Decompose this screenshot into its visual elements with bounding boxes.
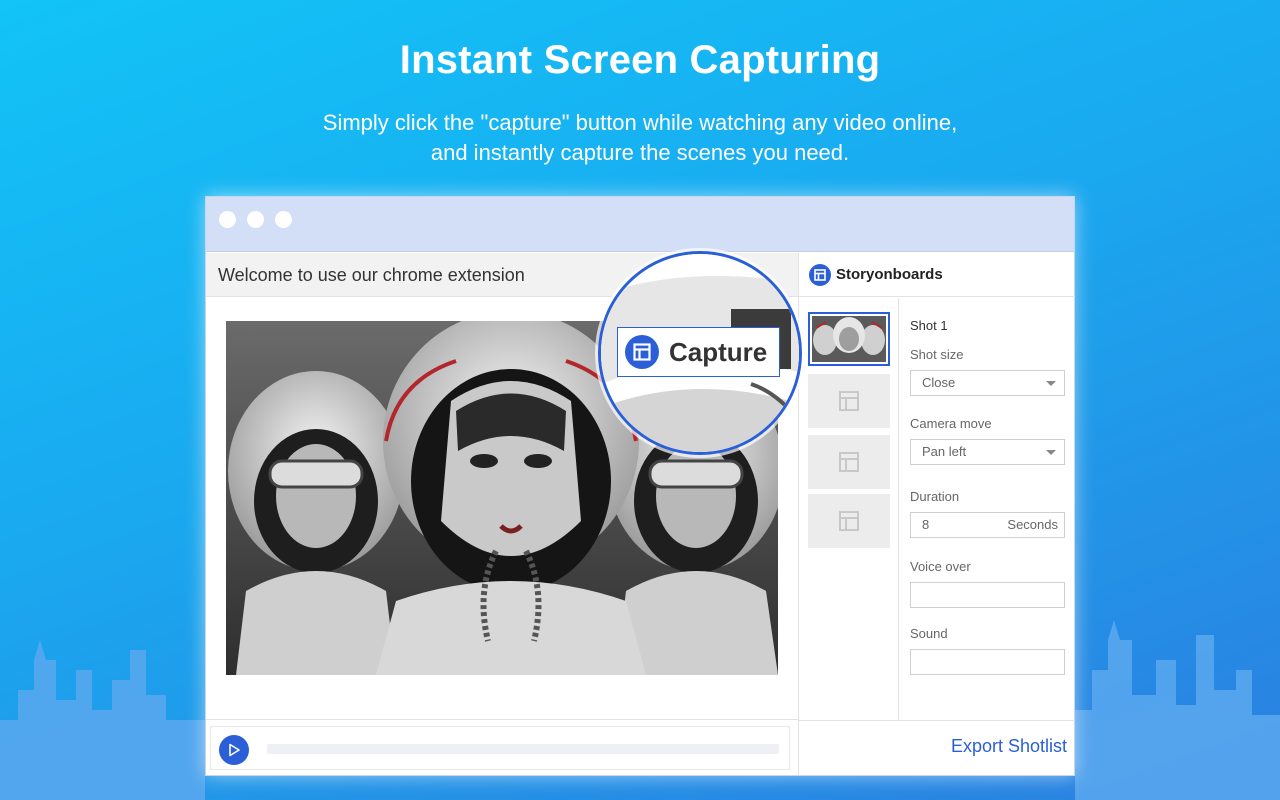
progress-track[interactable] bbox=[267, 744, 779, 754]
export-bar: Export Shotlist bbox=[799, 720, 1075, 775]
shot-thumbnail-empty[interactable] bbox=[808, 494, 890, 548]
duration-label: Duration bbox=[910, 489, 960, 504]
camera-move-value: Pan left bbox=[922, 444, 967, 459]
shot-size-value: Close bbox=[922, 375, 956, 390]
shot-thumbnail-active[interactable] bbox=[808, 312, 890, 366]
capture-button-label: Capture bbox=[669, 336, 768, 367]
brand-name: Storyonboards bbox=[836, 266, 943, 283]
storyboard-placeholder-icon bbox=[839, 452, 859, 472]
export-shotlist-button[interactable]: Export Shotlist bbox=[951, 736, 1067, 757]
shot-thumbnail-empty[interactable] bbox=[808, 374, 890, 428]
capture-button[interactable]: Capture bbox=[617, 327, 780, 377]
shot-thumbnail-empty[interactable] bbox=[808, 435, 890, 489]
duration-value: 8 bbox=[922, 517, 930, 532]
camera-move-label: Camera move bbox=[910, 416, 992, 431]
shot-size-select[interactable]: Close bbox=[910, 370, 1065, 396]
duration-unit: Seconds bbox=[1007, 517, 1058, 532]
play-button[interactable] bbox=[219, 735, 249, 765]
voice-over-input[interactable] bbox=[910, 582, 1065, 608]
play-icon bbox=[229, 743, 240, 757]
storyboard-placeholder-icon bbox=[839, 391, 859, 411]
window-dot-icon[interactable] bbox=[275, 211, 292, 228]
window-dot-icon[interactable] bbox=[219, 211, 236, 228]
storyboard-panel: Storyonboards Shot 1 Shot size Close Cam… bbox=[798, 253, 1075, 775]
sound-input[interactable] bbox=[910, 649, 1065, 675]
voice-over-label: Voice over bbox=[910, 559, 971, 574]
brand-logo-icon bbox=[809, 263, 831, 286]
sound-label: Sound bbox=[910, 626, 948, 641]
duration-input[interactable]: 8 Seconds bbox=[910, 512, 1065, 538]
window-dot-icon[interactable] bbox=[247, 211, 264, 228]
storyboard-icon bbox=[625, 335, 659, 369]
player-controls bbox=[206, 719, 798, 775]
hero-subtitle: Simply click the "capture" button while … bbox=[0, 108, 1280, 168]
shot-details-form: Shot 1 Shot size Close Camera move Pan l… bbox=[910, 298, 1070, 720]
shot-size-label: Shot size bbox=[910, 347, 964, 362]
hero-title: Instant Screen Capturing bbox=[399, 38, 881, 82]
dropdown-caret-icon bbox=[1046, 381, 1056, 386]
camera-move-select[interactable]: Pan left bbox=[910, 439, 1065, 465]
hero-subtitle-line-2: and instantly capture the scenes you nee… bbox=[430, 140, 850, 165]
player-bar bbox=[210, 726, 790, 770]
shot-thumbnails bbox=[799, 298, 899, 720]
window-titlebar bbox=[206, 197, 1074, 252]
brand-header: Storyonboards bbox=[799, 253, 1075, 297]
dropdown-caret-icon bbox=[1046, 450, 1056, 455]
storyboard-placeholder-icon bbox=[839, 511, 859, 531]
shot-thumbnail-image bbox=[812, 316, 886, 362]
shot-title: Shot 1 bbox=[910, 318, 948, 333]
hero-subtitle-line-1: Simply click the "capture" button while … bbox=[322, 110, 958, 135]
